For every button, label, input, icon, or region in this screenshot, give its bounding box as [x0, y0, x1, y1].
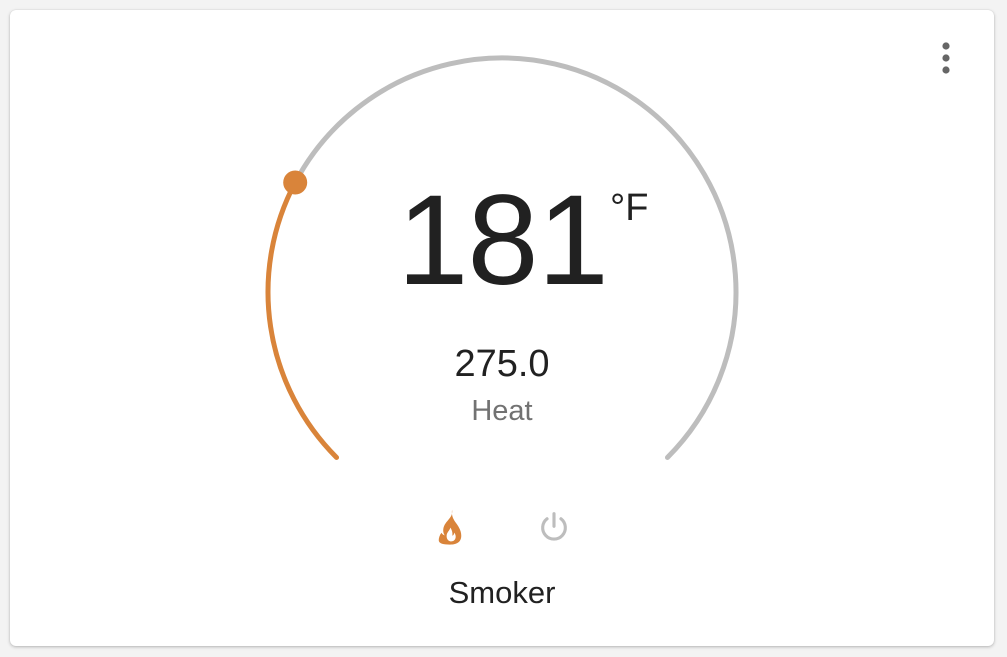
- heat-mode-button[interactable]: [428, 505, 472, 549]
- thermostat-card: [10, 10, 994, 646]
- current-temperature: 181: [360, 176, 645, 306]
- setpoint-slider-handle[interactable]: [283, 170, 308, 195]
- hvac-mode-label: Heat: [471, 395, 533, 427]
- entity-name: Smoker: [448, 575, 556, 610]
- more-options-button[interactable]: [928, 38, 964, 78]
- off-mode-button[interactable]: [532, 505, 576, 549]
- power-icon: [541, 512, 567, 541]
- current-temperature-value: 181: [397, 169, 609, 312]
- target-temperature: 275.0: [454, 343, 550, 385]
- fire-icon: [438, 509, 462, 545]
- dots-vertical-icon: [942, 42, 950, 74]
- temperature-unit: °F: [610, 187, 649, 229]
